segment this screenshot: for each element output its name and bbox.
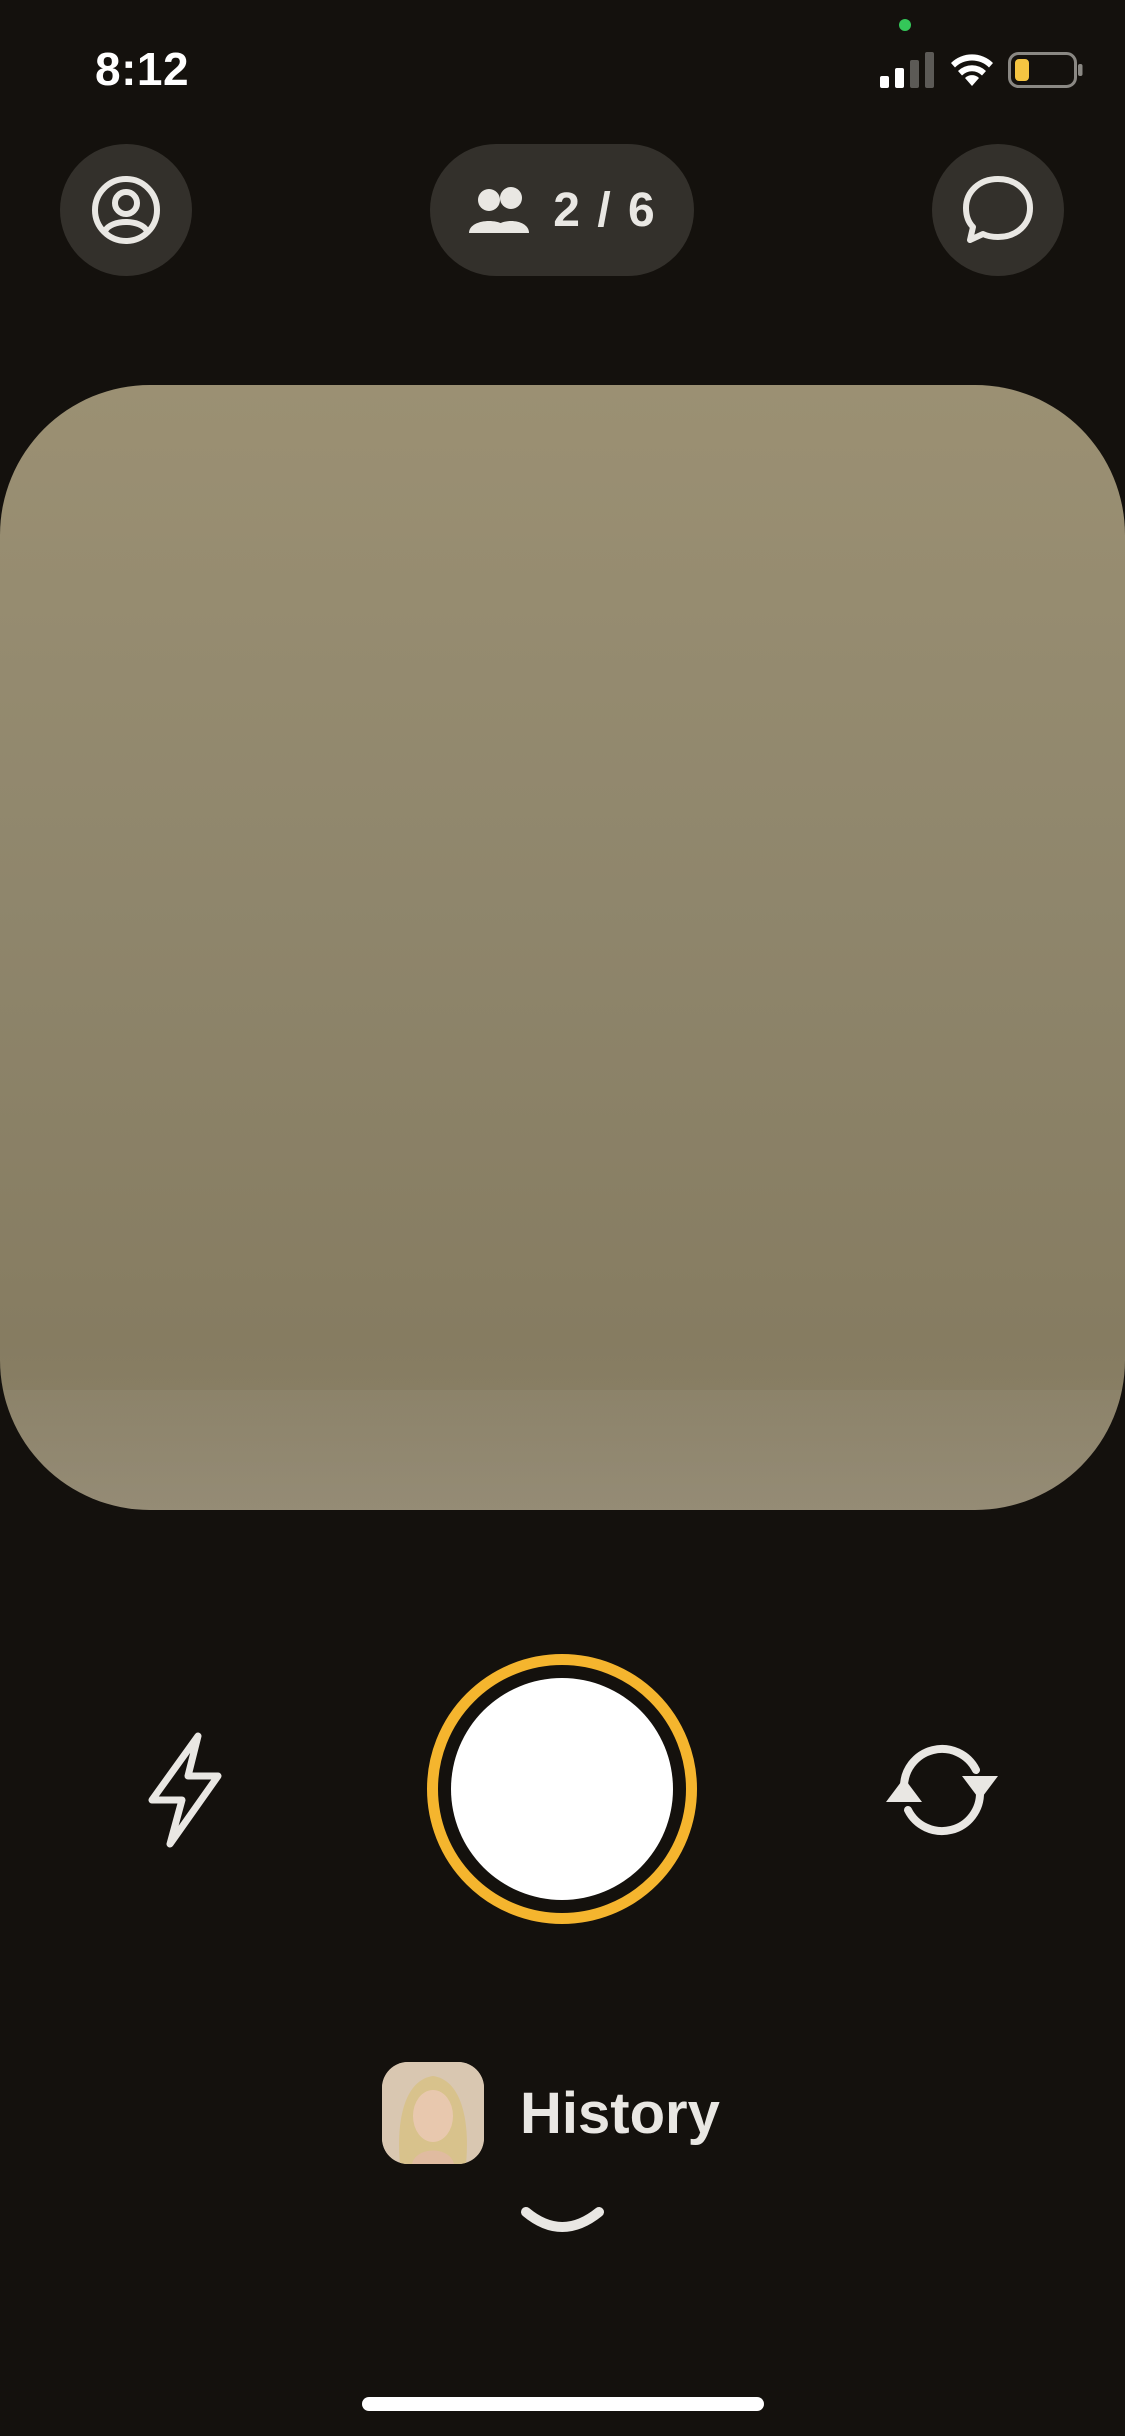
camera-screen: 8:12 2 / 6 History — [0, 0, 1125, 2436]
chevron-down-icon[interactable] — [520, 2204, 605, 2244]
wifi-icon — [951, 54, 993, 86]
chat-bubble-icon — [963, 176, 1033, 243]
status-time: 8:12 — [95, 43, 190, 95]
profile-icon — [92, 176, 160, 244]
history-thumbnail-photo — [382, 2062, 484, 2164]
flip-camera-icon[interactable] — [878, 1730, 1006, 1850]
battery-icon — [1008, 52, 1083, 88]
shutter-button[interactable] — [451, 1678, 673, 1900]
friends-button[interactable]: 2 / 6 — [430, 144, 694, 276]
chat-button[interactable] — [932, 144, 1064, 276]
viewfinder-floor-shade — [0, 1390, 1125, 1510]
profile-button[interactable] — [60, 144, 192, 276]
friends-icon — [469, 187, 530, 233]
friends-count: 2 / 6 — [553, 183, 657, 237]
flash-icon[interactable] — [140, 1730, 230, 1850]
history-button[interactable]: History — [382, 2062, 720, 2164]
privacy-indicator-dot — [899, 19, 911, 31]
history-thumbnail[interactable] — [382, 2062, 484, 2164]
history-label: History — [520, 2080, 720, 2146]
home-indicator[interactable] — [362, 2397, 764, 2411]
cellular-signal-icon — [880, 52, 934, 88]
camera-viewfinder[interactable] — [0, 385, 1125, 1510]
